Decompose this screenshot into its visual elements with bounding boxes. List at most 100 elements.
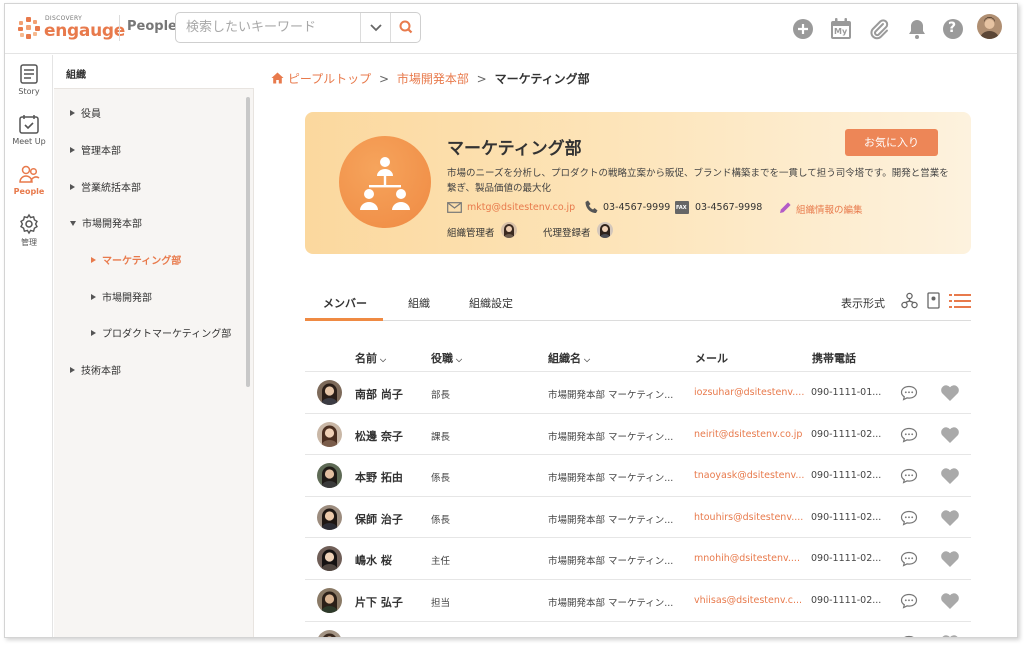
member-position: 担当 bbox=[431, 598, 451, 609]
column-header-position[interactable]: 役職 ⌵ bbox=[431, 350, 462, 366]
avatar-portrait-icon bbox=[317, 463, 342, 489]
member-avatar[interactable] bbox=[317, 421, 342, 447]
org-description: 市場のニーズを分析し、プロダクトの戦略立案から販促、ブランド構築までを一貫して担… bbox=[447, 168, 949, 194]
paperclip-icon[interactable] bbox=[867, 17, 891, 41]
heart-icon[interactable] bbox=[940, 426, 960, 444]
member-name[interactable]: 本野 拓由 bbox=[355, 469, 403, 485]
header-divider bbox=[119, 15, 120, 41]
heart-icon[interactable] bbox=[940, 634, 960, 638]
help-icon[interactable]: ? bbox=[941, 17, 965, 41]
org-manager-avatar[interactable] bbox=[501, 222, 517, 238]
org-tree-sidebar: 組織 役員 管理本部 営業統括本部 市場開発本部 マーケティング部 市場開発部 … bbox=[54, 55, 254, 637]
heart-icon[interactable] bbox=[940, 384, 960, 402]
chat-bubble-icon[interactable] bbox=[900, 427, 918, 443]
tree-item-label: 技術本部 bbox=[81, 366, 121, 377]
rail-label-admin: 管理 bbox=[21, 238, 37, 247]
heart-icon[interactable] bbox=[940, 467, 960, 485]
chat-bubble-icon[interactable] bbox=[900, 510, 918, 526]
member-position: 主任 bbox=[431, 556, 451, 568]
logo-mark-icon bbox=[18, 17, 40, 39]
member-name[interactable]: 嶋水 桜 bbox=[355, 552, 392, 568]
member-email-link[interactable]: neirit@dsitestenv.co.jp bbox=[694, 429, 804, 440]
chat-bubble-icon[interactable] bbox=[900, 593, 918, 609]
org-fax: 03-4567-9998 bbox=[695, 202, 763, 213]
column-header-name[interactable]: 名前 ⌵ bbox=[355, 350, 386, 366]
member-avatar[interactable] bbox=[317, 504, 342, 530]
calendar-my-icon[interactable]: My bbox=[829, 17, 853, 41]
list-view-icon[interactable] bbox=[949, 292, 971, 309]
table-row[interactable]: 本野 拓由 係長 市場開発本部 マーケティン... tnaoyask@dsiteste… bbox=[305, 454, 971, 496]
card-view-icon[interactable] bbox=[927, 292, 940, 309]
member-email-link[interactable]: htouhirs@dsitestenv.... bbox=[694, 512, 804, 523]
member-name[interactable]: 片下 弘子 bbox=[355, 594, 403, 610]
member-email-link[interactable]: iozsuhar@dsitestenv.... bbox=[694, 387, 804, 398]
rail-item-admin[interactable]: 管理 bbox=[5, 213, 53, 259]
member-avatar[interactable] bbox=[317, 629, 342, 637]
tree-item-officers[interactable]: 役員 bbox=[70, 105, 101, 120]
favorite-button[interactable]: お気に入り bbox=[845, 129, 938, 156]
engauge-logo[interactable]: DISCOVERY engauge bbox=[17, 13, 125, 43]
search-button[interactable] bbox=[390, 13, 420, 42]
search-input[interactable] bbox=[176, 13, 360, 42]
member-avatar[interactable] bbox=[317, 463, 342, 489]
table-row[interactable]: 松邊 奈子 課長 市場開発本部 マーケティン... neirit@dsitestenv… bbox=[305, 412, 971, 455]
breadcrumb-parent-link[interactable]: 市場開発本部 bbox=[397, 72, 469, 86]
rail-item-story[interactable]: Story bbox=[5, 63, 53, 109]
tab-org[interactable]: 組織 bbox=[408, 295, 430, 311]
org-email-link[interactable]: mktg@dsitestenv.co.jp bbox=[467, 202, 575, 213]
mail-icon bbox=[447, 202, 462, 213]
member-name[interactable]: 南部 尚子 bbox=[355, 386, 403, 402]
tab-org-settings[interactable]: 組織設定 bbox=[469, 295, 513, 311]
tree-item-product-marketing[interactable]: プロダクトマーケティング部 bbox=[91, 325, 231, 340]
plus-circle-icon[interactable] bbox=[791, 17, 815, 41]
chat-bubble-icon[interactable] bbox=[900, 635, 918, 638]
home-icon[interactable] bbox=[271, 72, 284, 84]
search-scope-dropdown[interactable] bbox=[360, 13, 390, 42]
member-avatar[interactable] bbox=[317, 546, 342, 572]
tree-scrollbar[interactable] bbox=[246, 97, 250, 387]
member-email-link[interactable]: vhiisas@dsitestenv.c... bbox=[694, 595, 804, 606]
member-email-link[interactable]: tnaoyask@dsitestenv.... bbox=[694, 470, 804, 481]
member-avatar[interactable] bbox=[317, 380, 342, 405]
tab-bar: メンバー 組織 組織設定 表示形式 bbox=[305, 287, 971, 321]
table-row[interactable]: 嶋水 桜 主任 市場開発本部 マーケティン... mnohih@dsitestenv.… bbox=[305, 537, 971, 579]
chat-bubble-icon[interactable] bbox=[900, 385, 918, 401]
rail-item-meetup[interactable]: Meet Up bbox=[5, 113, 53, 159]
org-proxy-avatar[interactable] bbox=[597, 222, 613, 238]
tree-item-market-dev-division[interactable]: 市場開発本部 bbox=[70, 215, 142, 230]
breadcrumb-home-link[interactable]: ピープルトップ bbox=[288, 72, 371, 86]
table-row[interactable]: 保師 治子 係長 市場開発本部 マーケティン... htouhirs@dsiteste… bbox=[305, 495, 971, 538]
org-chart-view-icon[interactable] bbox=[901, 292, 918, 310]
avatar-portrait-icon bbox=[977, 14, 1002, 39]
heart-icon[interactable] bbox=[940, 550, 960, 568]
member-mobile: 090-1111-02... bbox=[811, 553, 881, 565]
chat-bubble-icon[interactable] bbox=[900, 551, 918, 567]
heart-icon[interactable] bbox=[940, 509, 960, 527]
rail-item-people[interactable]: People bbox=[5, 163, 53, 209]
heart-icon[interactable] bbox=[940, 592, 960, 610]
member-position: 課長 bbox=[431, 431, 451, 443]
member-email-link[interactable]: mnohih@dsitestenv.... bbox=[694, 553, 804, 564]
top-header: DISCOVERY engauge People My ? bbox=[5, 4, 1017, 54]
table-row[interactable]: 南部 尚子 部長 市場開発本部 マーケティン... iozsuhar@dsiteste… bbox=[305, 371, 971, 413]
tree-item-tech-division[interactable]: 技術本部 bbox=[70, 362, 121, 377]
table-row[interactable]: 片下 弘子 担当 市場開発本部 マーケティン... vhiisas@dsitesten… bbox=[305, 579, 971, 621]
tree-item-sales-division[interactable]: 営業統括本部 bbox=[70, 179, 141, 194]
org-edit-link[interactable]: 組織情報の編集 bbox=[796, 202, 863, 216]
avatar-portrait-icon bbox=[597, 222, 613, 238]
tab-members[interactable]: メンバー bbox=[323, 295, 367, 311]
member-avatar[interactable] bbox=[317, 588, 342, 613]
chat-bubble-icon[interactable] bbox=[900, 468, 918, 484]
member-name[interactable]: 保師 治子 bbox=[355, 511, 403, 527]
tree-item-marketing[interactable]: マーケティング部 bbox=[91, 252, 181, 267]
avatar-portrait-icon bbox=[317, 421, 342, 447]
member-name[interactable]: 松邊 奈子 bbox=[355, 428, 403, 444]
table-row[interactable] bbox=[305, 620, 971, 638]
column-header-org[interactable]: 組織名 ⌵ bbox=[548, 350, 590, 366]
breadcrumb-current: マーケティング部 bbox=[494, 72, 590, 86]
bell-icon[interactable] bbox=[905, 17, 929, 41]
sort-chevron-icon: ⌵ bbox=[380, 355, 387, 364]
user-avatar[interactable] bbox=[977, 14, 1002, 39]
tree-item-admin-division[interactable]: 管理本部 bbox=[70, 142, 121, 157]
tree-item-market-dev[interactable]: 市場開発部 bbox=[91, 289, 152, 304]
